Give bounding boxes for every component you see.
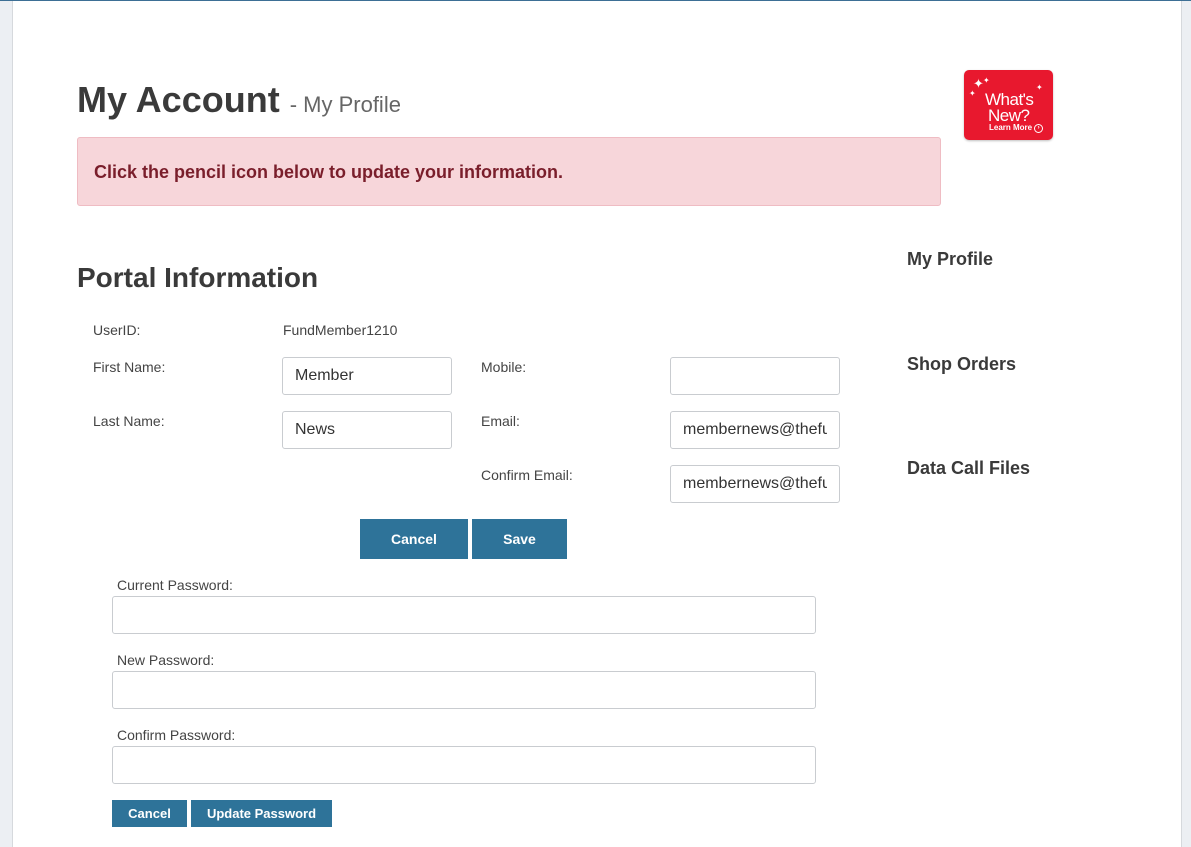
userid-value: FundMember1210 [283,322,398,338]
page-title-text: My Account [77,79,280,120]
email-field[interactable] [670,411,840,449]
current-password-label: Current Password: [117,577,233,593]
confirm-password-field[interactable] [112,746,816,784]
learn-more-link[interactable]: Learn More › [989,123,1044,133]
cancel-button[interactable]: Cancel [360,519,468,559]
mobile-label: Mobile: [481,359,527,375]
password-cancel-button[interactable]: Cancel [112,800,187,827]
page-title: My Account - My Profile [77,79,401,121]
confirm-email-label: Confirm Email: [481,467,573,483]
email-label: Email: [481,413,520,429]
page-content: My Account - My Profile ✦ ✦ ✦ ✦ What's N… [12,1,1182,847]
section-title: Portal Information [77,262,319,293]
mobile-field[interactable] [670,357,840,395]
sidebar-item-my-profile[interactable]: My Profile [907,249,993,270]
userid-label: UserID: [93,322,141,338]
new-password-field[interactable] [112,671,816,709]
first-name-field[interactable] [282,357,452,395]
update-password-button[interactable]: Update Password [191,800,332,827]
confirm-password-label: Confirm Password: [117,727,236,743]
chevron-right-icon: › [1034,124,1044,133]
whats-new-badge[interactable]: ✦ ✦ ✦ ✦ What's New? Learn More › [964,70,1053,140]
page-subtitle: - My Profile [289,92,401,117]
whats-new-line2: New? [988,106,1030,125]
sparkle-icon: ✦ [969,89,976,98]
first-name-label: First Name: [93,359,166,375]
sparkle-icon: ✦ [1036,83,1043,92]
info-alert: Click the pencil icon below to update yo… [77,137,941,206]
current-password-field[interactable] [112,596,816,634]
save-button[interactable]: Save [472,519,567,559]
sidebar-item-data-call-files[interactable]: Data Call Files [907,458,1030,479]
last-name-field[interactable] [282,411,452,449]
confirm-email-field[interactable] [670,465,840,503]
sidebar-item-shop-orders[interactable]: Shop Orders [907,354,1016,375]
last-name-label: Last Name: [93,413,165,429]
learn-more-label: Learn More [989,123,1033,132]
new-password-label: New Password: [117,652,215,668]
sparkle-icon: ✦ [983,76,990,85]
alert-message: Click the pencil icon below to update yo… [94,162,564,182]
